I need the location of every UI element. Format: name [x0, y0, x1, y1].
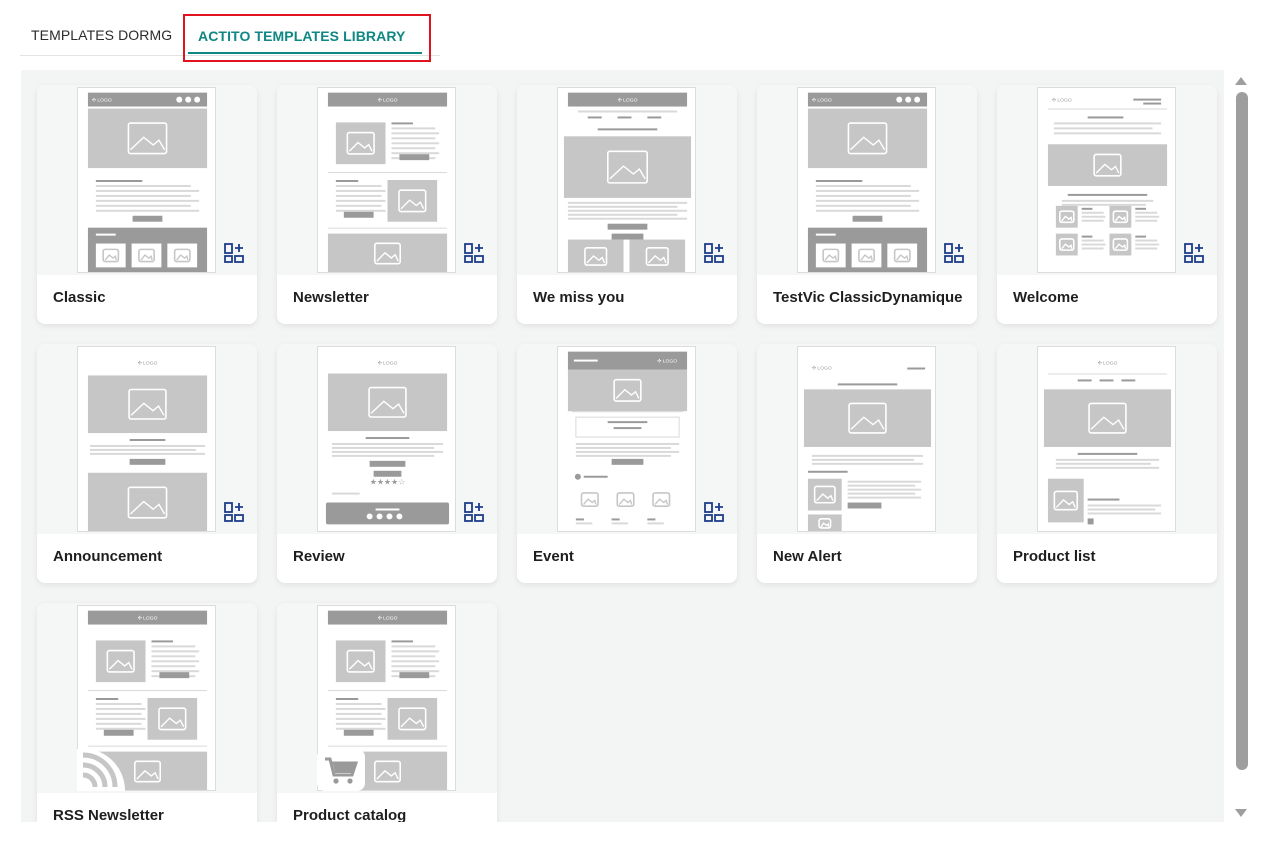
svg-text:★★★★☆: ★★★★☆ — [370, 478, 406, 487]
template-thumbnail: ✣ LOGO — [1037, 346, 1176, 532]
template-name: Announcement — [53, 548, 163, 565]
template-preview: ✣ LOGO — [757, 85, 977, 275]
tab-bar: TEMPLATES DORMG ACTITO TEMPLATES LIBRARY — [20, 14, 440, 62]
template-card-rss-newsletter[interactable]: ✣ LOGO RSS Newsletter — [37, 603, 257, 822]
template-thumbnail: ✣ LOGO — [77, 346, 216, 532]
template-preview: ✣ LOGO — [997, 85, 1217, 275]
template-preview: ✣ LOGO ★★★★☆ — [277, 344, 497, 534]
template-thumbnail: ✣ LOGO ★★★★☆ — [317, 346, 456, 532]
template-card-review[interactable]: ✣ LOGO ★★★★☆ Review — [277, 344, 497, 583]
scrollbar-thumb[interactable] — [1236, 92, 1248, 770]
template-name: Newsletter — [293, 289, 369, 306]
svg-text:✣ LOGO: ✣ LOGO — [657, 359, 677, 365]
template-preview: ✣ LOGO — [37, 85, 257, 275]
template-preview: ✣ LOGO — [517, 344, 737, 534]
template-card-product-list[interactable]: ✣ LOGO Product list — [997, 344, 1217, 583]
template-thumbnail: ✣ LOGO — [1037, 87, 1176, 273]
template-name: TestVic ClassicDynamique — [773, 289, 963, 306]
template-name: Review — [293, 548, 345, 565]
template-preview: ✣ LOGO — [997, 344, 1217, 534]
add-template-icon[interactable] — [463, 242, 485, 264]
add-template-icon[interactable] — [223, 501, 245, 523]
svg-text:✣ LOGO: ✣ LOGO — [812, 366, 832, 372]
template-thumbnail: ✣ LOGO — [317, 87, 456, 273]
template-preview: ✣ LOGO — [757, 344, 977, 534]
template-name: Event — [533, 548, 574, 565]
template-grid: ✣ LOGO Classic ✣ LOGO Newsletter ✣ LOGO — [21, 70, 1224, 822]
rss-icon — [77, 748, 125, 791]
svg-text:✣ LOGO: ✣ LOGO — [378, 98, 398, 104]
template-card-classic[interactable]: ✣ LOGO Classic — [37, 85, 257, 324]
template-card-newsletter[interactable]: ✣ LOGO Newsletter — [277, 85, 497, 324]
svg-text:✣ LOGO: ✣ LOGO — [1098, 361, 1118, 367]
svg-text:✣ LOGO: ✣ LOGO — [138, 361, 158, 367]
template-thumbnail: ✣ LOGO — [557, 346, 696, 532]
svg-text:✣ LOGO: ✣ LOGO — [138, 616, 158, 622]
tab-templates-dormg[interactable]: TEMPLATES DORMG — [31, 14, 172, 56]
add-template-icon[interactable] — [1183, 242, 1205, 264]
template-name: Product list — [1013, 548, 1096, 565]
template-thumbnail: ✣ LOGO — [557, 87, 696, 273]
template-card-we-miss-you[interactable]: ✣ LOGO We miss you — [517, 85, 737, 324]
scroll-down-arrow-icon[interactable] — [1234, 808, 1248, 818]
svg-text:✣ LOGO: ✣ LOGO — [378, 616, 398, 622]
template-card-announcement[interactable]: ✣ LOGO Announcement — [37, 344, 257, 583]
tab-label: ACTITO TEMPLATES LIBRARY — [198, 28, 406, 44]
active-tab-underline — [188, 52, 422, 54]
template-name: Product catalog — [293, 807, 407, 822]
add-template-icon[interactable] — [703, 242, 725, 264]
template-card-welcome[interactable]: ✣ LOGO Welcome — [997, 85, 1217, 324]
template-card-new-alert[interactable]: ✣ LOGO New Alert — [757, 344, 977, 583]
template-thumbnail: ✣ LOGO — [797, 87, 936, 273]
template-name: New Alert — [773, 548, 842, 565]
svg-text:✣ LOGO: ✣ LOGO — [1052, 98, 1072, 104]
add-template-icon[interactable] — [703, 501, 725, 523]
svg-text:✣ LOGO: ✣ LOGO — [618, 98, 638, 104]
template-preview: ✣ LOGO — [277, 85, 497, 275]
template-name: RSS Newsletter — [53, 807, 164, 822]
svg-text:✣ LOGO: ✣ LOGO — [812, 98, 832, 104]
template-thumbnail: ✣ LOGO — [797, 346, 936, 532]
template-name: We miss you — [533, 289, 625, 306]
template-card-product-catalog[interactable]: ✣ LOGO Product catalog — [277, 603, 497, 822]
cart-icon — [317, 749, 365, 791]
scroll-up-arrow-icon[interactable] — [1234, 76, 1248, 86]
template-name: Welcome — [1013, 289, 1079, 306]
svg-text:✣ LOGO: ✣ LOGO — [92, 98, 112, 104]
template-card-event[interactable]: ✣ LOGO Event — [517, 344, 737, 583]
add-template-icon[interactable] — [223, 242, 245, 264]
tab-actito-templates-library[interactable]: ACTITO TEMPLATES LIBRARY — [183, 14, 431, 62]
add-template-icon[interactable] — [943, 242, 965, 264]
template-preview: ✣ LOGO — [37, 344, 257, 534]
template-preview: ✣ LOGO — [277, 603, 497, 793]
template-card-testvic-classicdynamique[interactable]: ✣ LOGO TestVic ClassicDynamique — [757, 85, 977, 324]
template-name: Classic — [53, 289, 106, 306]
template-preview: ✣ LOGO — [517, 85, 737, 275]
template-thumbnail: ✣ LOGO — [77, 87, 216, 273]
template-preview: ✣ LOGO — [37, 603, 257, 793]
add-template-icon[interactable] — [463, 501, 485, 523]
svg-text:✣ LOGO: ✣ LOGO — [378, 361, 398, 367]
